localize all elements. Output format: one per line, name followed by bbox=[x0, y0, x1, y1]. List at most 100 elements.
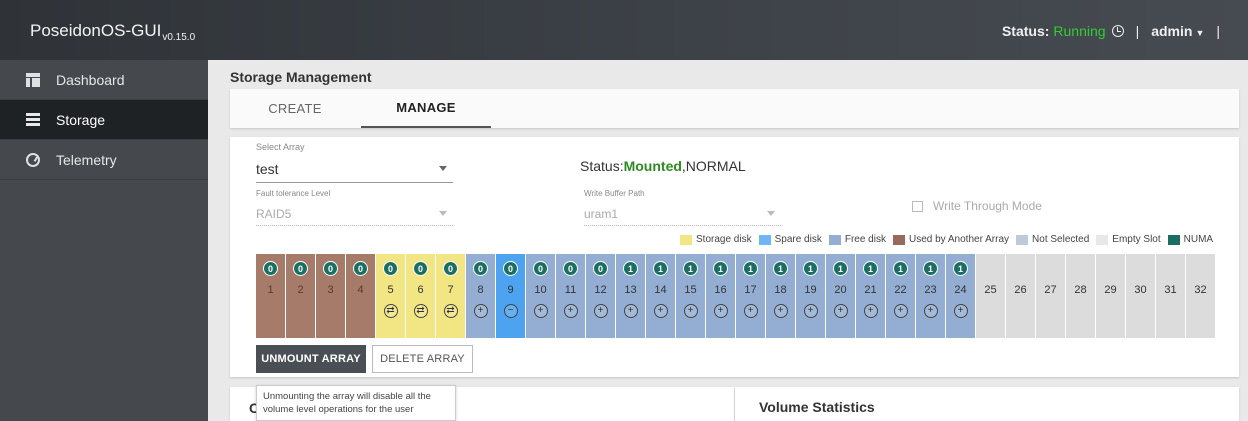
fault-tolerance-label: Fault tolerance Level bbox=[256, 189, 331, 198]
user-menu[interactable]: admin ▼ bbox=[1151, 23, 1204, 39]
add-icon[interactable]: + bbox=[863, 304, 878, 318]
disk-slot-11[interactable]: 0 11 + bbox=[556, 254, 586, 338]
disk-slot-7[interactable]: 0 7 ⇄ bbox=[436, 254, 466, 338]
disk-slot-12[interactable]: 0 12 + bbox=[586, 254, 616, 338]
add-icon[interactable]: + bbox=[563, 304, 578, 318]
add-icon[interactable]: + bbox=[773, 304, 788, 318]
legend-swatch bbox=[1096, 234, 1109, 245]
chevron-down-icon bbox=[439, 166, 447, 171]
disk-slot-10[interactable]: 0 10 + bbox=[526, 254, 556, 338]
select-array-label: Select Array bbox=[256, 142, 305, 152]
numa-badge: 1 bbox=[683, 261, 698, 276]
disk-slot-22[interactable]: 1 22 + bbox=[886, 254, 916, 338]
disk-slot-19[interactable]: 1 19 + bbox=[796, 254, 826, 338]
disk-slot-14[interactable]: 1 14 + bbox=[646, 254, 676, 338]
add-icon[interactable]: + bbox=[653, 304, 668, 318]
disk-slot-5[interactable]: 0 5 ⇄ bbox=[376, 254, 406, 338]
slot-number: 19 bbox=[804, 284, 817, 296]
numa-badge: 1 bbox=[923, 261, 938, 276]
add-icon[interactable]: + bbox=[533, 304, 548, 318]
add-icon[interactable]: + bbox=[803, 304, 818, 318]
unmount-array-button[interactable]: UNMOUNT ARRAY bbox=[256, 345, 366, 373]
sidebar-item-dashboard[interactable]: Dashboard bbox=[0, 60, 208, 100]
disk-slot-21[interactable]: 1 21 + bbox=[856, 254, 886, 338]
add-icon[interactable]: + bbox=[713, 304, 728, 318]
add-icon[interactable]: + bbox=[953, 304, 968, 318]
disk-slot-9[interactable]: 0 9 − bbox=[496, 254, 526, 338]
slot-number: 28 bbox=[1074, 284, 1087, 296]
array-status-prefix: Status: bbox=[580, 158, 624, 174]
disk-slot-18[interactable]: 1 18 + bbox=[766, 254, 796, 338]
numa-badge: 1 bbox=[653, 261, 668, 276]
numa-badge: 1 bbox=[713, 261, 728, 276]
disk-slot-23[interactable]: 1 23 + bbox=[916, 254, 946, 338]
disk-slot-17[interactable]: 1 17 + bbox=[736, 254, 766, 338]
status-label: Status: bbox=[1001, 23, 1050, 39]
legend-item: Spare disk bbox=[758, 234, 822, 245]
replace-icon[interactable]: ⇄ bbox=[383, 304, 398, 318]
sidebar-item-storage[interactable]: Storage bbox=[0, 100, 208, 140]
legend-item: Free disk bbox=[828, 234, 886, 245]
numa-badge: 0 bbox=[443, 261, 458, 276]
slot-number: 20 bbox=[834, 284, 847, 296]
delete-array-button[interactable]: DELETE ARRAY bbox=[372, 345, 473, 373]
select-array-dropdown[interactable]: test bbox=[256, 159, 453, 183]
disk-slot-24[interactable]: 1 24 + bbox=[946, 254, 976, 338]
disk-slot-15[interactable]: 1 15 + bbox=[676, 254, 706, 338]
numa-badge: 0 bbox=[263, 261, 278, 276]
slot-number: 4 bbox=[357, 284, 364, 296]
disk-slot-27: 27 bbox=[1036, 254, 1066, 338]
tab-create[interactable]: CREATE bbox=[230, 89, 360, 128]
write-buffer-select: uram1 bbox=[584, 204, 781, 226]
top-bar: PoseidonOS-GUIv0.15.0 Status: Running | … bbox=[0, 0, 1248, 60]
disk-slot-13[interactable]: 1 13 + bbox=[616, 254, 646, 338]
replace-icon[interactable]: ⇄ bbox=[413, 304, 428, 318]
legend-item: Not Selected bbox=[1016, 234, 1089, 245]
slot-number: 21 bbox=[864, 284, 877, 296]
disk-slot-1[interactable]: 01 bbox=[256, 254, 286, 338]
add-icon[interactable]: + bbox=[683, 304, 698, 318]
disk-slot-2[interactable]: 02 bbox=[286, 254, 316, 338]
add-icon[interactable]: + bbox=[623, 304, 638, 318]
legend-label: Empty Slot bbox=[1112, 234, 1161, 245]
disk-slot-8[interactable]: 0 8 + bbox=[466, 254, 496, 338]
add-icon[interactable]: + bbox=[833, 304, 848, 318]
legend-item: Storage disk bbox=[680, 234, 752, 245]
slot-number: 29 bbox=[1104, 284, 1117, 296]
numa-badge: 0 bbox=[293, 261, 308, 276]
legend-label: Used by Another Array bbox=[908, 234, 1010, 245]
array-status-suffix: ,NORMAL bbox=[681, 158, 746, 174]
add-icon[interactable]: + bbox=[473, 304, 488, 318]
disk-slot-16[interactable]: 1 16 + bbox=[706, 254, 736, 338]
numa-badge: 1 bbox=[833, 261, 848, 276]
add-icon[interactable]: + bbox=[593, 304, 608, 318]
add-icon[interactable]: + bbox=[743, 304, 758, 318]
add-icon[interactable]: + bbox=[923, 304, 938, 318]
fault-tolerance-select: RAID5 bbox=[256, 204, 453, 226]
volume-statistics-card: Volume Statistics bbox=[735, 387, 1239, 421]
sidebar-item-telemetry[interactable]: Telemetry bbox=[0, 140, 208, 180]
storage-icon bbox=[26, 112, 40, 127]
add-icon[interactable]: + bbox=[893, 304, 908, 318]
disk-slot-6[interactable]: 0 6 ⇄ bbox=[406, 254, 436, 338]
replace-icon[interactable]: ⇄ bbox=[443, 304, 458, 318]
disk-slot-4[interactable]: 04 bbox=[346, 254, 376, 338]
write-through-checkbox[interactable]: Write Through Mode bbox=[912, 199, 1042, 213]
disk-slot-20[interactable]: 1 20 + bbox=[826, 254, 856, 338]
tab-manage[interactable]: MANAGE bbox=[361, 89, 491, 128]
legend-item: Used by Another Array bbox=[892, 234, 1010, 245]
sidebar: Dashboard Storage Telemetry bbox=[0, 60, 208, 421]
slot-number: 32 bbox=[1194, 284, 1207, 296]
user-name: admin bbox=[1151, 23, 1193, 39]
slot-number: 8 bbox=[477, 284, 484, 296]
legend-swatch bbox=[1167, 234, 1180, 245]
remove-icon[interactable]: − bbox=[503, 304, 518, 318]
disk-slot-32: 32 bbox=[1186, 254, 1215, 338]
numa-badge: 0 bbox=[593, 261, 608, 276]
numa-badge: 0 bbox=[353, 261, 368, 276]
clock-icon[interactable] bbox=[1111, 25, 1124, 37]
numa-badge: 1 bbox=[953, 261, 968, 276]
disk-slot-3[interactable]: 03 bbox=[316, 254, 346, 338]
legend-label: Not Selected bbox=[1032, 234, 1090, 245]
legend-swatch bbox=[892, 234, 905, 245]
